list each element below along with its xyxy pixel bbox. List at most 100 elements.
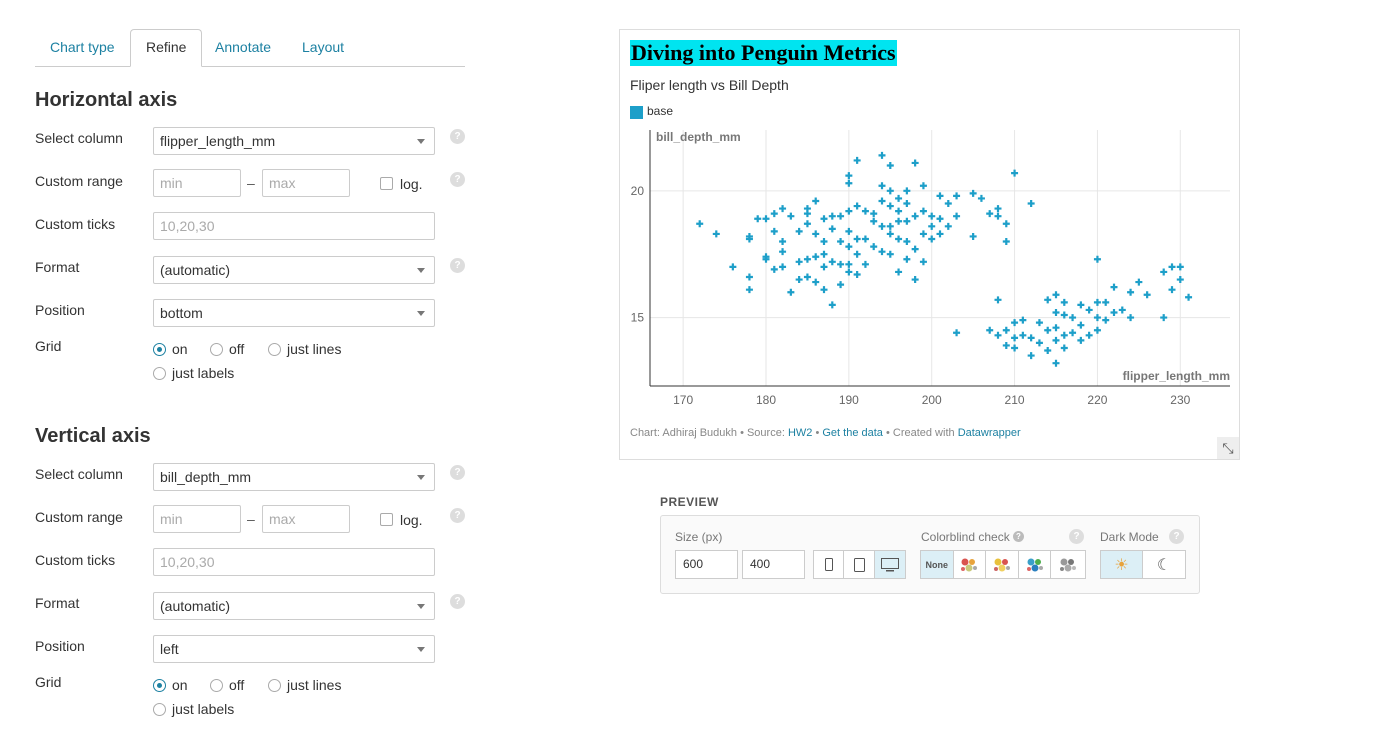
scatter-point <box>845 243 853 251</box>
scatter-point <box>837 238 845 246</box>
scatter-point <box>861 235 869 243</box>
v-format-dropdown[interactable]: (automatic) <box>153 592 435 620</box>
v-custom-ticks-label: Custom ticks <box>35 552 116 568</box>
chart-footer: Chart: Adhiraj Budukh • Source: HW2 • Ge… <box>630 427 1021 439</box>
colorblind-label: Colorblind check <box>921 530 1010 544</box>
scatter-point <box>837 212 845 220</box>
tab-chart-type[interactable]: Chart type <box>35 29 130 65</box>
help-icon[interactable]: ? <box>450 594 465 609</box>
scatter-point <box>745 273 753 281</box>
source-link[interactable]: HW2 <box>788 427 812 439</box>
desktop-icon[interactable] <box>874 551 905 578</box>
info-icon[interactable]: ? <box>1013 531 1024 542</box>
scatter-point <box>1027 334 1035 342</box>
tablet-icon[interactable] <box>844 551 875 578</box>
scatter-point <box>1160 268 1168 276</box>
scatter-point <box>1093 314 1101 322</box>
scatter-point <box>1143 291 1151 299</box>
scatter-point <box>812 230 820 238</box>
scatter-point <box>779 248 787 256</box>
scatter-point <box>779 238 787 246</box>
h-log-checkbox[interactable] <box>380 177 393 190</box>
h-format-value: (automatic) <box>160 262 231 278</box>
h-grid-radio-just-labels[interactable] <box>153 367 166 380</box>
scatter-point <box>1118 306 1126 314</box>
h-range-max-input[interactable]: max <box>262 169 350 197</box>
help-icon[interactable]: ? <box>450 508 465 523</box>
scatter-point <box>886 250 894 258</box>
scatter-point <box>953 329 961 337</box>
help-icon[interactable]: ? <box>1069 529 1084 544</box>
colorblind-none-button[interactable]: None <box>921 551 954 578</box>
v-position-dropdown[interactable]: left <box>153 635 435 663</box>
v-range-max-input[interactable]: max <box>262 505 350 533</box>
v-grid-radio-just-lines[interactable] <box>268 679 281 692</box>
h-position-dropdown[interactable]: bottom <box>153 299 435 327</box>
help-icon[interactable]: ? <box>1169 529 1184 544</box>
scatter-point <box>787 288 795 296</box>
scatter-point <box>1077 321 1085 329</box>
scatter-point <box>696 220 704 228</box>
phone-icon[interactable] <box>814 551 845 578</box>
h-select-column-dropdown[interactable]: flipper_length_mm <box>153 127 435 155</box>
h-grid-option-on: on <box>172 341 188 357</box>
scatter-point <box>1002 341 1010 349</box>
scatter-point <box>1135 278 1143 286</box>
tab-annotate[interactable]: Annotate <box>200 29 286 65</box>
help-icon[interactable]: ? <box>450 258 465 273</box>
scatter-point <box>745 286 753 294</box>
get-data-link[interactable]: Get the data <box>822 427 883 439</box>
scatter-point <box>911 276 919 284</box>
scatter-point <box>712 230 720 238</box>
v-select-column-label: Select column <box>35 466 123 482</box>
grayscale-icon[interactable] <box>1051 551 1085 578</box>
help-icon[interactable]: ? <box>450 172 465 187</box>
v-grid-radio-just-labels[interactable] <box>153 703 166 716</box>
sun-icon[interactable]: ☀ <box>1101 551 1144 578</box>
h-grid-radio-just-lines[interactable] <box>268 343 281 356</box>
scatter-point <box>870 243 878 251</box>
height-input[interactable]: 400 <box>742 550 805 579</box>
scatter-point <box>977 194 985 202</box>
scatter-point <box>812 253 820 261</box>
tab-refine[interactable]: Refine <box>130 29 203 67</box>
h-custom-ticks-input[interactable]: 10,20,30 <box>153 212 435 240</box>
v-grid-radio-off[interactable] <box>210 679 223 692</box>
scatter-point <box>1060 331 1068 339</box>
horizontal-axis-heading: Horizontal axis <box>35 89 178 111</box>
v-select-column-dropdown[interactable]: bill_depth_mm <box>153 463 435 491</box>
scatter-point <box>803 210 811 218</box>
help-icon[interactable]: ? <box>450 129 465 144</box>
v-range-min-input[interactable]: min <box>153 505 241 533</box>
legend-label: base <box>647 104 674 118</box>
colorblind-buttons: None <box>920 550 1086 579</box>
v-custom-ticks-input[interactable]: 10,20,30 <box>153 548 435 576</box>
h-grid-radio-off[interactable] <box>210 343 223 356</box>
scatter-point <box>928 222 936 230</box>
scatter-point <box>820 215 828 223</box>
moon-icon[interactable]: ☾ <box>1143 551 1185 578</box>
scatter-point <box>1052 359 1060 367</box>
h-format-label: Format <box>35 259 80 275</box>
h-format-dropdown[interactable]: (automatic) <box>153 256 435 284</box>
v-grid-radio-on[interactable] <box>153 679 166 692</box>
scatter-point <box>820 286 828 294</box>
help-icon[interactable]: ? <box>450 465 465 480</box>
v-log-checkbox[interactable] <box>380 513 393 526</box>
h-range-min-input[interactable]: min <box>153 169 241 197</box>
h-grid-radio-on[interactable] <box>153 343 166 356</box>
v-grid-option-on: on <box>172 677 188 693</box>
expand-icon[interactable]: ⤡ <box>1217 437 1239 459</box>
protanopia-icon[interactable] <box>954 551 987 578</box>
scatter-point <box>994 296 1002 304</box>
datawrapper-link[interactable]: Datawrapper <box>958 427 1021 439</box>
scatter-point <box>787 212 795 220</box>
deuteranopia-icon[interactable] <box>986 551 1019 578</box>
scatter-point <box>903 217 911 225</box>
width-input[interactable]: 600 <box>675 550 738 579</box>
v-custom-range-label: Custom range <box>35 509 123 525</box>
tab-layout[interactable]: Layout <box>287 29 359 65</box>
scatter-point <box>1110 283 1118 291</box>
scatter-point <box>936 230 944 238</box>
tritanopia-icon[interactable] <box>1019 551 1052 578</box>
